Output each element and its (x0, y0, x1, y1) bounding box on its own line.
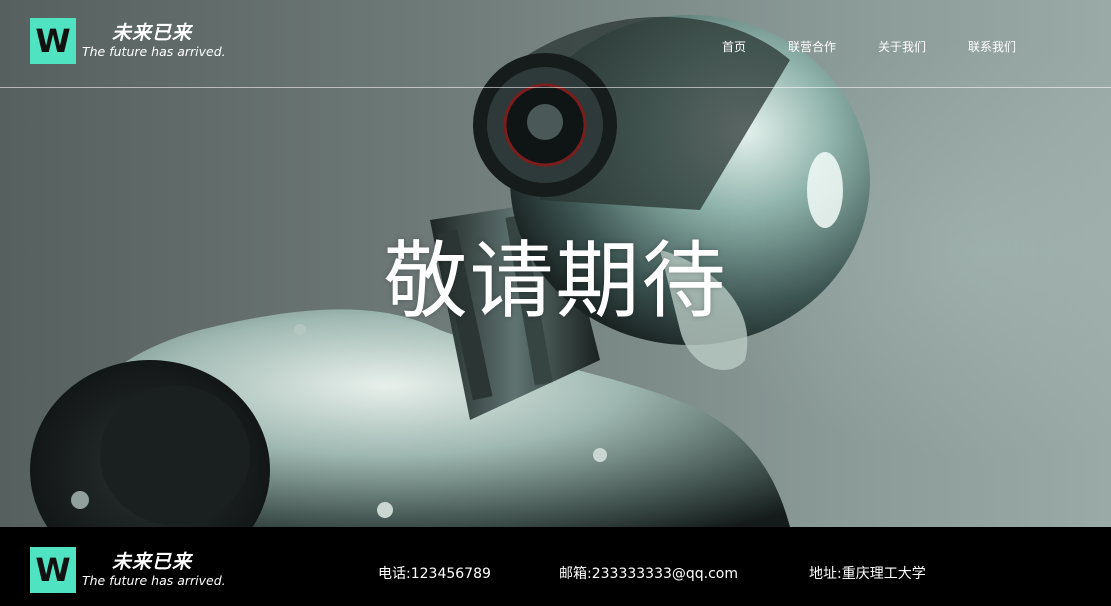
footer-email: 邮箱:233333333@qq.com (559, 566, 739, 582)
brand-tagline: The future has arrived. (82, 573, 226, 588)
site-footer: W 未来已来 The future has arrived. 电话:123456… (0, 527, 1111, 606)
nav-item-contact[interactable]: 联系我们 (968, 38, 1016, 55)
hero-banner: W 未来已来 The future has arrived. 首页 联营合作 关… (0, 0, 1111, 527)
logo-text: 未来已来 The future has arrived. (82, 551, 226, 589)
footer-logo[interactable]: W 未来已来 The future has arrived. (30, 547, 226, 593)
nav-item-about[interactable]: 关于我们 (878, 38, 926, 55)
main-nav: 首页 联营合作 关于我们 联系我们 (0, 38, 1111, 56)
footer-phone: 电话:123456789 (378, 566, 491, 582)
footer-address: 地址:重庆理工大学 (809, 566, 926, 582)
hero-headline: 敬请期待 (383, 232, 728, 330)
brand-name: 未来已来 (112, 551, 193, 573)
top-header: W 未来已来 The future has arrived. 首页 联营合作 关… (0, 0, 1111, 88)
nav-item-home[interactable]: 首页 (722, 38, 746, 55)
logo-w-icon: W (30, 547, 76, 593)
nav-item-partnership[interactable]: 联营合作 (788, 38, 836, 55)
